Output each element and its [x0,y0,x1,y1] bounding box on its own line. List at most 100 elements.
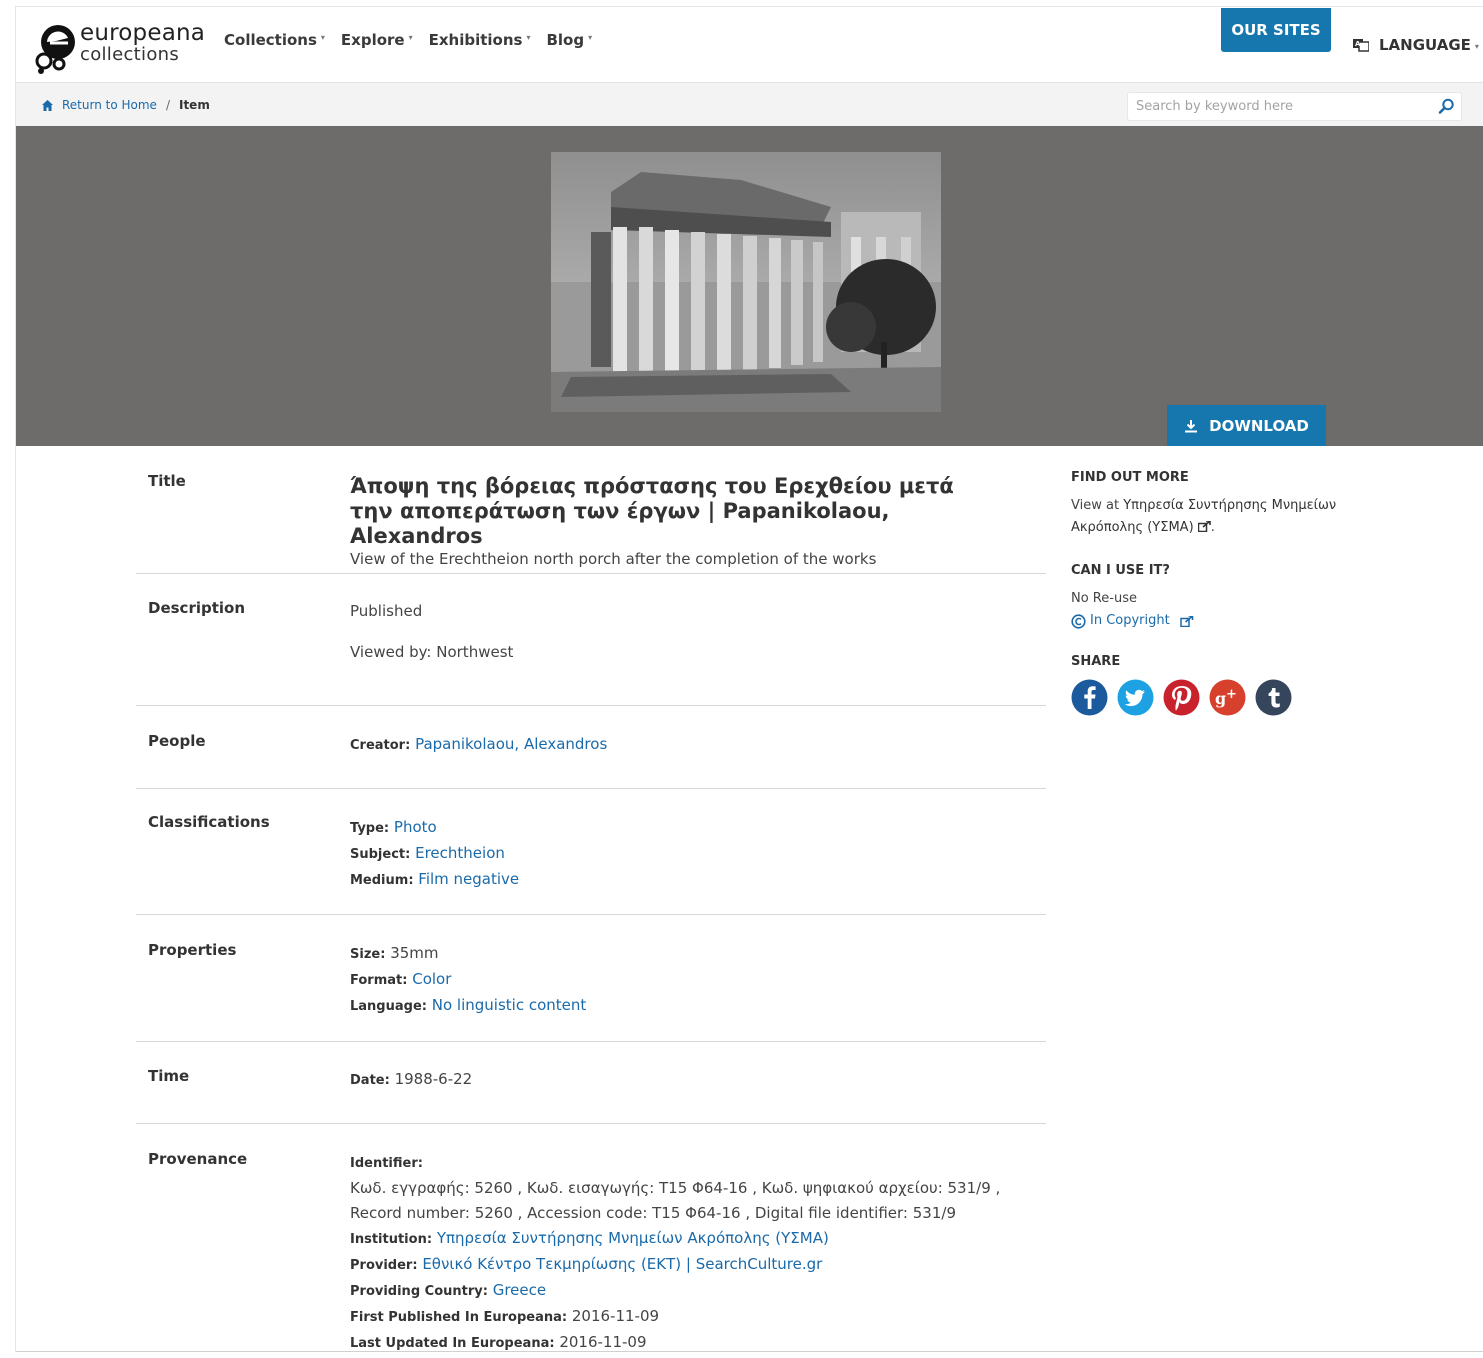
item-metadata: Title Άποψη της βόρειας πρόστασης του Ερ… [136,446,1046,1354]
return-home-link[interactable]: Return to Home [62,98,157,112]
twitter-icon[interactable] [1117,679,1154,716]
tumblr-icon[interactable] [1255,679,1292,716]
language-label: LANGUAGE [1379,36,1471,54]
media-viewer: DOWNLOAD [16,126,1483,446]
view-at-text: View at Υπηρεσία Συντήρησης Μνημείων Ακρ… [1071,495,1346,539]
field-key: Format: [350,973,408,988]
item-title-translation: View of the Erechtheion north porch afte… [350,550,877,568]
share-buttons: g + [1071,679,1371,716]
provider-link[interactable]: Εθνικό Κέντρο Τεκμηρίωσης (ΕΚΤ) | Search… [422,1255,822,1273]
size-value: 35mm [390,944,439,962]
item-sidebar: FIND OUT MORE View at Υπηρεσία Συντήρηση… [1071,470,1371,716]
external-link-icon[interactable] [1197,520,1211,533]
creator-field: Creator: Papanikolaou, Alexandros [350,732,607,758]
home-icon [42,99,53,111]
breadcrumb-current: Item [178,98,210,112]
medium-link[interactable]: Film negative [418,870,519,888]
nav-label: Blog [546,31,585,49]
chevron-down-icon: ▾ [408,33,413,42]
field-label-description: Description [148,599,246,617]
metadata-row-properties: Properties Size: 35mm Format: Color Lang… [136,915,1046,1042]
field-key: Provider: [350,1258,418,1273]
pinterest-icon[interactable] [1163,679,1200,716]
nav-label: Exhibitions [428,31,523,49]
field-label-provenance: Provenance [148,1150,248,1168]
find-out-more-heading: FIND OUT MORE [1071,470,1189,485]
identifier-line: Record number: 5260 , Accession code: T1… [350,1204,956,1222]
metadata-row-provenance: Provenance Identifier: Κωδ. εγγραφής: 52… [136,1124,1046,1354]
nav-exhibitions[interactable]: Exhibitions ▾ [429,31,531,49]
share-heading: SHARE [1071,654,1121,669]
europeana-logo-mark [35,25,75,74]
chevron-down-icon: ▾ [320,33,325,42]
field-key: Creator: [350,738,411,753]
field-key: Type: [350,821,390,836]
subject-link[interactable]: Erechtheion [415,844,505,862]
type-link[interactable]: Photo [394,818,437,836]
search-box [1127,92,1462,121]
field-label-title: Title [148,472,186,490]
site-header: europeana collections Collections ▾ Expl… [16,7,1483,82]
download-icon [1185,419,1198,432]
field-label-time: Time [148,1067,190,1085]
classification-fields: Type: Photo Subject: Erechtheion Medium:… [350,815,519,893]
search-icon[interactable] [1438,98,1455,115]
language-menu[interactable]: A LANGUAGE ▾ [1353,36,1479,54]
can-i-use-heading: CAN I USE IT? [1071,563,1170,578]
field-key: Subject: [350,847,411,862]
nav-label: Explore [340,31,405,49]
nav-blog[interactable]: Blog ▾ [546,31,592,49]
field-label-people: People [148,732,206,750]
country-link[interactable]: Greece [493,1281,546,1299]
description-line: Viewed by: Northwest [350,643,514,661]
item-photo[interactable] [551,152,941,412]
google-plus-icon[interactable]: g + [1209,679,1246,716]
logo-wordmark: europeana [80,20,206,46]
nav-collections[interactable]: Collections ▾ [224,31,325,49]
chevron-down-icon: ▾ [1474,41,1479,51]
item-title: Άποψη της βόρειας πρόστασης του Ερεχθείο… [350,474,954,548]
field-key: Language: [350,999,427,1014]
description-line: Published [350,602,423,620]
facebook-icon[interactable] [1071,679,1108,716]
metadata-row-classifications: Classifications Type: Photo Subject: Ere… [136,789,1046,915]
first-published-value: 2016-11-09 [571,1307,660,1325]
download-button[interactable]: DOWNLOAD [1167,405,1326,446]
view-at-prefix: View at [1071,498,1124,513]
nav-explore[interactable]: Explore ▾ [341,31,413,49]
provenance-fields: Identifier: Κωδ. εγγραφής: 5260 , Κωδ. ε… [350,1150,1040,1356]
breadcrumb-separator: / [165,98,170,112]
breadcrumb: Return to Home / Item [42,98,210,112]
svg-text:g: g [1215,689,1226,708]
institution-link[interactable]: Υπηρεσία Συντήρησης Μνημείων Ακρόπολης (… [437,1229,829,1247]
download-label: DOWNLOAD [1209,416,1309,435]
date-field: Date: 1988-6-22 [350,1067,472,1093]
format-link[interactable]: Color [412,970,451,988]
europeana-logo[interactable]: europeana collections [34,17,206,77]
svg-text:+: + [1226,687,1237,702]
field-key: First Published In Europeana: [350,1310,568,1325]
property-fields: Size: 35mm Format: Color Language: No li… [350,941,586,1019]
view-at-suffix: . [1210,520,1215,535]
metadata-row-title: Title Άποψη της βόρειας πρόστασης του Ερ… [136,446,1046,574]
chevron-down-icon: ▾ [588,33,593,42]
breadcrumb-bar: Return to Home / Item [16,82,1483,126]
nav-label: Collections [224,31,317,49]
metadata-row-time: Time Date: 1988-6-22 [136,1042,1046,1124]
logo-subtitle: collections [80,44,180,65]
our-sites-button[interactable]: OUR SITES [1221,8,1331,52]
rights-statement[interactable]: In Copyright [1071,610,1371,632]
field-key: Date: [350,1073,390,1088]
search-input[interactable] [1136,99,1416,114]
creator-link[interactable]: Papanikolaou, Alexandros [415,735,607,753]
language-link[interactable]: No linguistic content [432,996,587,1014]
reuse-status: No Re-use [1071,591,1137,606]
field-label-properties: Properties [148,941,237,959]
last-updated-value: 2016-11-09 [559,1333,647,1351]
chevron-down-icon: ▾ [526,33,531,42]
footer-divider [16,1351,1483,1352]
main-nav: Collections ▾ Explore ▾ Exhibitions ▾ Bl… [224,31,608,49]
field-key: Identifier: [350,1156,423,1171]
metadata-row-description: Description Published Viewed by: Northwe… [136,574,1046,706]
identifier-line: Κωδ. εγγραφής: 5260 , Κωδ. εισαγωγής: T1… [350,1179,1001,1197]
